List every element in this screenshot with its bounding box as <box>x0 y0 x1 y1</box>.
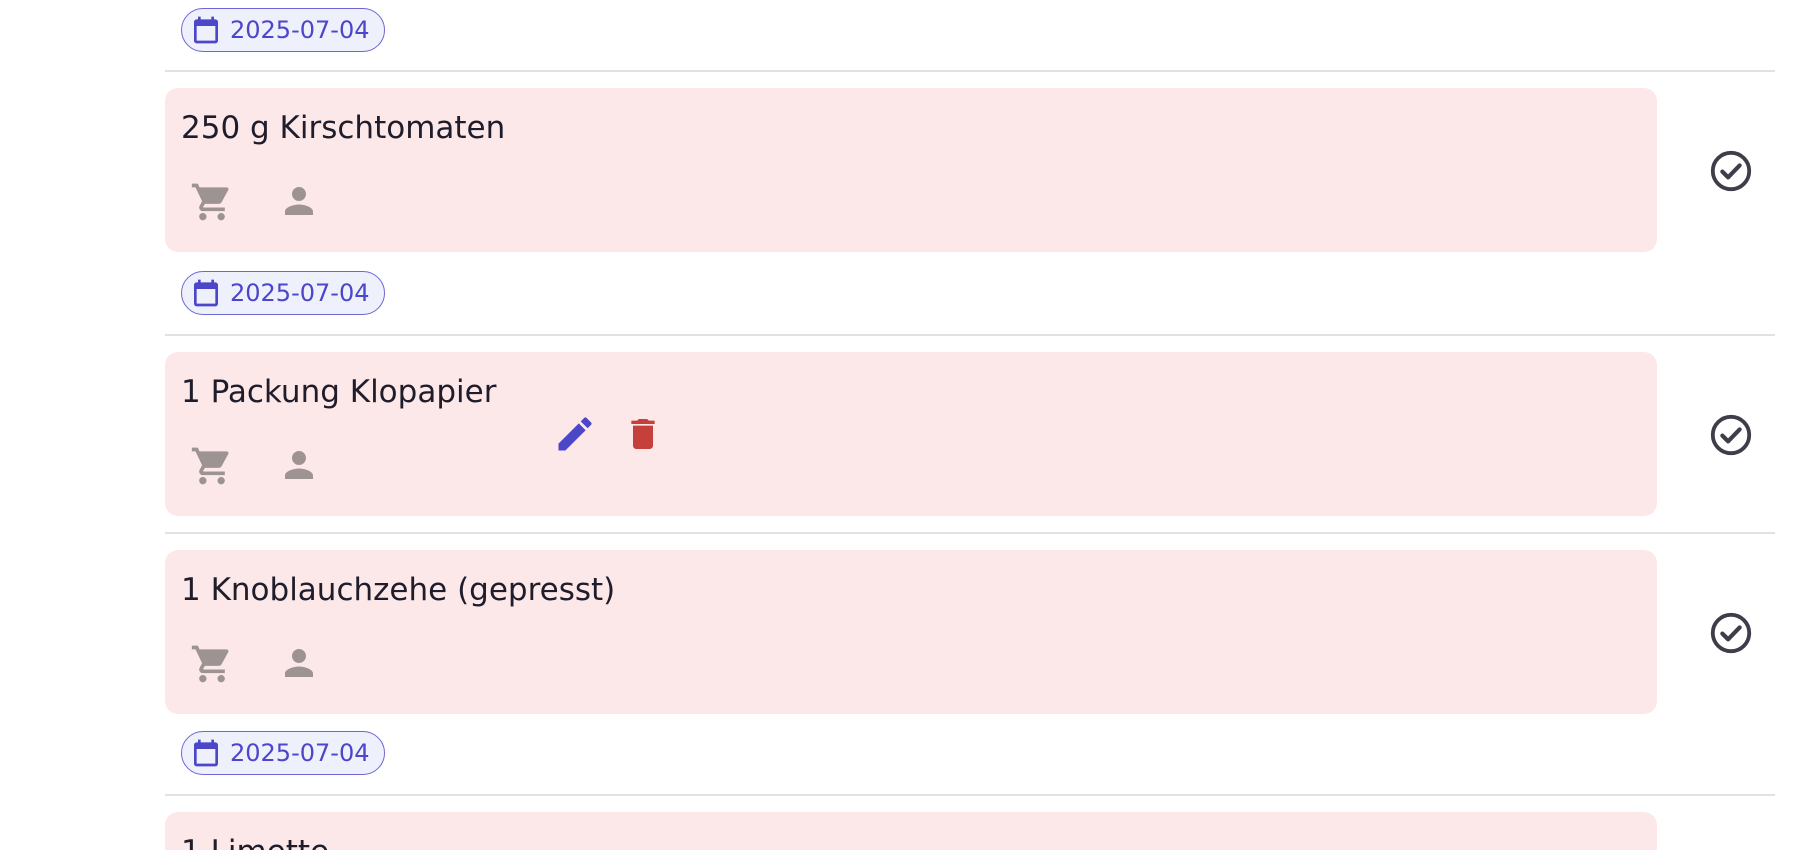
calendar-icon <box>190 277 222 309</box>
person-icon[interactable] <box>278 180 320 222</box>
list-divider <box>165 794 1775 796</box>
shopping-cart-icon[interactable] <box>190 642 234 686</box>
check-circle-icon[interactable] <box>1708 148 1754 194</box>
list-item[interactable]: 250 g Kirschtomaten <box>165 88 1657 252</box>
calendar-icon <box>190 737 222 769</box>
list-divider <box>165 70 1775 72</box>
date-text: 2025-07-04 <box>230 739 370 767</box>
date-text: 2025-07-04 <box>230 16 370 44</box>
pencil-icon[interactable] <box>553 412 597 456</box>
check-circle-icon[interactable] <box>1708 610 1754 656</box>
date-badge: 2025-07-04 <box>181 731 385 775</box>
list-divider <box>165 532 1775 534</box>
shopping-cart-icon[interactable] <box>190 444 234 488</box>
list-item[interactable]: 1 Packung Klopapier <box>165 352 1657 516</box>
list-item[interactable]: 1 Knoblauchzehe (gepresst) <box>165 550 1657 714</box>
item-title: 1 Limette <box>181 834 329 850</box>
item-title: 1 Knoblauchzehe (gepresst) <box>181 572 616 608</box>
date-badge: 2025-07-04 <box>181 271 385 315</box>
date-badge: 2025-07-04 <box>181 8 385 52</box>
list-divider <box>165 334 1775 336</box>
date-text: 2025-07-04 <box>230 279 370 307</box>
trash-icon[interactable] <box>623 412 663 456</box>
person-icon[interactable] <box>278 444 320 486</box>
calendar-icon <box>190 14 222 46</box>
item-title: 1 Packung Klopapier <box>181 374 497 410</box>
shopping-cart-icon[interactable] <box>190 180 234 224</box>
list-item[interactable]: 1 Limette <box>165 812 1657 850</box>
person-icon[interactable] <box>278 642 320 684</box>
item-title: 250 g Kirschtomaten <box>181 110 506 146</box>
check-circle-icon[interactable] <box>1708 412 1754 458</box>
